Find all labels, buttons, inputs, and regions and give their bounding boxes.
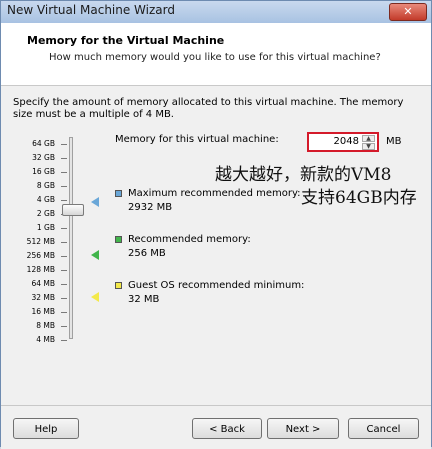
max-recommended-marker-icon xyxy=(91,197,99,207)
memory-value[interactable]: 2048 xyxy=(334,136,359,147)
recommendation-value: 2932 MB xyxy=(128,202,173,213)
legend-square-icon xyxy=(115,236,122,243)
wizard-content: Specify the amount of memory allocated t… xyxy=(1,87,431,405)
wizard-footer: Help < Back Next > Cancel xyxy=(1,405,431,449)
scale-label: 4 MB xyxy=(36,335,55,344)
page-subtitle: How much memory would you like to use fo… xyxy=(49,52,381,63)
help-button[interactable]: Help xyxy=(13,418,79,439)
recommendation-label: Guest OS recommended minimum: xyxy=(128,280,305,291)
legend-square-icon xyxy=(115,282,122,289)
scale-label: 64 MB xyxy=(31,279,55,288)
slider-tick xyxy=(61,158,67,159)
slider-tick xyxy=(61,340,67,341)
slider-tick xyxy=(61,298,67,299)
memory-unit: MB xyxy=(386,136,402,147)
window-title: New Virtual Machine Wizard xyxy=(7,3,175,17)
scale-label: 16 MB xyxy=(31,307,55,316)
memory-input[interactable]: 2048 ▲ ▼ xyxy=(307,132,379,152)
slider-tick xyxy=(61,312,67,313)
recommended-marker-icon xyxy=(91,250,99,260)
scale-label: 1 GB xyxy=(36,223,55,232)
slider-tick xyxy=(61,242,67,243)
spin-down-icon[interactable]: ▼ xyxy=(362,143,375,150)
slider-tick xyxy=(61,256,67,257)
close-icon: ✕ xyxy=(403,5,413,18)
annotation-line-2: 支持64GB内存 xyxy=(301,188,417,208)
wizard-header: Memory for the Virtual Machine How much … xyxy=(1,23,431,86)
cancel-button[interactable]: Cancel xyxy=(348,418,419,439)
scale-label: 128 MB xyxy=(26,265,55,274)
slider-tick xyxy=(61,284,67,285)
next-button[interactable]: Next > xyxy=(267,418,339,439)
minimum-marker-icon xyxy=(91,292,99,302)
spin-up-icon[interactable]: ▲ xyxy=(362,135,375,142)
scale-label: 8 GB xyxy=(36,181,55,190)
recommendation-value: 256 MB xyxy=(128,248,166,259)
scale-label: 64 GB xyxy=(32,139,55,148)
memory-field-label: Memory for this virtual machine: xyxy=(115,134,279,145)
scale-label: 8 MB xyxy=(36,321,55,330)
close-button[interactable]: ✕ xyxy=(389,3,427,21)
slider-tick xyxy=(61,172,67,173)
recommendation-label: Maximum recommended memory: xyxy=(128,188,301,199)
title-bar: New Virtual Machine Wizard ✕ xyxy=(1,1,431,24)
scale-label: 4 GB xyxy=(36,195,55,204)
scale-label: 32 GB xyxy=(32,153,55,162)
memory-slider-thumb[interactable] xyxy=(62,204,84,216)
description-text: Specify the amount of memory allocated t… xyxy=(13,97,404,120)
recommendation-label: Recommended memory: xyxy=(128,234,251,245)
scale-label: 16 GB xyxy=(32,167,55,176)
slider-tick xyxy=(61,326,67,327)
slider-tick xyxy=(61,228,67,229)
slider-tick xyxy=(61,200,67,201)
slider-tick xyxy=(61,186,67,187)
slider-tick xyxy=(61,270,67,271)
slider-tick xyxy=(61,144,67,145)
scale-label: 2 GB xyxy=(36,209,55,218)
memory-slider-track[interactable] xyxy=(69,137,73,339)
page-title: Memory for the Virtual Machine xyxy=(27,34,225,47)
legend-square-icon xyxy=(115,190,122,197)
scale-label: 32 MB xyxy=(31,293,55,302)
annotation-line-1: 越大越好，新款的VM8 xyxy=(215,165,392,185)
wizard-window: New Virtual Machine Wizard ✕ Memory for … xyxy=(0,0,432,449)
scale-label: 512 MB xyxy=(26,237,55,246)
recommendation-value: 32 MB xyxy=(128,294,160,305)
scale-label: 256 MB xyxy=(26,251,55,260)
back-button[interactable]: < Back xyxy=(192,418,262,439)
